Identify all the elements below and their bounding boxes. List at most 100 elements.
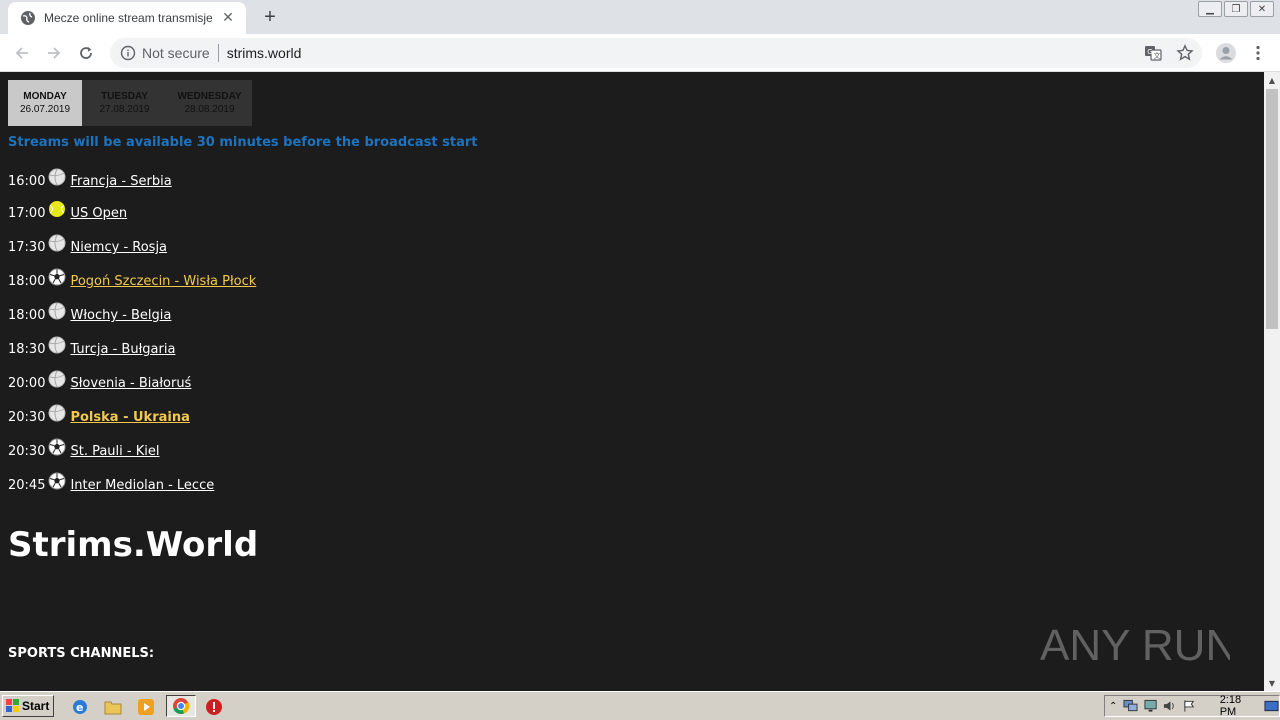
match-link[interactable]: Inter Mediolan - Lecce: [70, 472, 214, 493]
anyrun-watermark: ANY RUN: [1040, 612, 1230, 678]
scroll-down-arrow-icon[interactable]: ▼: [1264, 675, 1280, 691]
forward-button[interactable]: [42, 42, 66, 64]
url-text[interactable]: strims.world: [227, 45, 302, 61]
tab-title: Mecze online stream transmisje sport: [44, 11, 214, 25]
match-link[interactable]: Pogoń Szczecin - Wisła Płock: [70, 268, 256, 289]
match-link[interactable]: Polska - Ukraina: [70, 404, 189, 425]
system-tray: ⌃ 2:18 PM: [1104, 694, 1280, 718]
match-time: 17:00: [8, 206, 46, 221]
address-bar[interactable]: Not secure strims.world G 文: [110, 38, 1202, 68]
reload-button[interactable]: [74, 42, 98, 64]
security-label[interactable]: Not secure: [142, 45, 210, 61]
watermark-text: ANY RUN: [1040, 621, 1230, 670]
day-name: TUESDAY: [101, 91, 148, 102]
volleyball-icon: [48, 404, 66, 422]
start-label: Start: [22, 699, 50, 713]
match-link[interactable]: Niemcy - Rosja: [70, 234, 167, 255]
svg-text:G: G: [1147, 48, 1152, 56]
match-row: 20:30 St. Pauli - Kiel: [8, 438, 159, 462]
show-desktop-icon[interactable]: [1264, 699, 1279, 713]
match-row: 18:30 Turcja - Bułgaria: [8, 336, 175, 360]
match-time: 20:00: [8, 376, 46, 391]
back-arrow-icon: [15, 47, 28, 59]
match-time: 20:45: [8, 478, 46, 493]
internet-explorer-icon[interactable]: e: [70, 697, 90, 717]
match-time: 16:00: [8, 174, 46, 189]
day-tab-wednesday[interactable]: WEDNESDAY 28.08.2019: [167, 80, 252, 126]
match-row: 16:00 Francja - Serbia: [8, 168, 172, 192]
info-icon[interactable]: [120, 45, 136, 61]
translate-icon[interactable]: G 文: [1144, 44, 1162, 62]
chrome-taskbar-button[interactable]: [166, 695, 196, 717]
match-link[interactable]: St. Pauli - Kiel: [70, 438, 159, 459]
match-link[interactable]: Francja - Serbia: [70, 168, 171, 189]
day-tab-monday[interactable]: MONDAY 26.07.2019: [8, 80, 82, 126]
volleyball-icon: [48, 370, 66, 388]
speaker-icon[interactable]: [1163, 699, 1176, 713]
match-link[interactable]: Turcja - Bułgaria: [70, 336, 175, 357]
match-row: 17:30 Niemcy - Rosja: [8, 234, 167, 258]
day-tab-tuesday[interactable]: TUESDAY 27.08.2019: [82, 80, 167, 126]
network-icon[interactable]: [1123, 699, 1138, 713]
forward-arrow-icon: [48, 47, 61, 59]
volleyball-icon: [48, 302, 66, 320]
web-page: MONDAY 26.07.2019 TUESDAY 27.08.2019 WED…: [0, 72, 1264, 691]
availability-notice: Streams will be available 30 minutes bef…: [8, 135, 478, 150]
restore-icon[interactable]: ❐: [1224, 1, 1248, 17]
profile-button[interactable]: [1213, 42, 1239, 64]
page-scrollbar[interactable]: ▲ ▼: [1264, 72, 1280, 691]
sports-channels-heading: SPORTS CHANNELS:: [8, 646, 155, 661]
tab-close-icon[interactable]: ✕: [220, 10, 236, 26]
match-time: 18:30: [8, 342, 46, 357]
match-row: 20:45 Inter Mediolan - Lecce: [8, 472, 214, 496]
volleyball-icon: [48, 336, 66, 354]
day-date: 27.08.2019: [99, 104, 150, 115]
volleyball-icon: [48, 234, 66, 252]
stop-icon[interactable]: [204, 697, 224, 717]
match-row: 18:00 Pogoń Szczecin - Wisła Płock: [8, 268, 256, 292]
match-time: 18:00: [8, 308, 46, 323]
flag-icon[interactable]: [1183, 699, 1196, 713]
minimize-icon[interactable]: ▁: [1198, 1, 1222, 17]
day-date: 26.07.2019: [19, 104, 71, 115]
new-tab-button[interactable]: +: [259, 6, 281, 28]
day-name: WEDNESDAY: [177, 91, 242, 102]
media-player-icon[interactable]: [136, 697, 156, 717]
clock[interactable]: 2:18 PM: [1220, 694, 1258, 718]
browser-tab[interactable]: Mecze online stream transmisje sport ✕: [8, 2, 246, 34]
folder-icon[interactable]: [103, 697, 123, 717]
day-date: 28.08.2019: [184, 104, 235, 115]
svg-text:文: 文: [1154, 51, 1161, 60]
windows-logo-icon: [6, 699, 19, 712]
tray-expand-icon[interactable]: ⌃: [1109, 701, 1117, 712]
football-icon: [48, 438, 66, 456]
chrome-icon: [173, 698, 190, 715]
svg-text:e: e: [76, 701, 83, 714]
anyrun-logo: ANY RUN: [1040, 621, 1230, 670]
monitor-icon[interactable]: [1144, 699, 1158, 713]
day-tabs: MONDAY 26.07.2019 TUESDAY 27.08.2019 WED…: [8, 80, 252, 126]
avatar-icon: [1216, 43, 1236, 63]
menu-button[interactable]: [1250, 42, 1266, 64]
close-window-icon[interactable]: ✕: [1250, 1, 1274, 17]
match-link[interactable]: Włochy - Belgia: [70, 302, 171, 323]
football-icon: [48, 472, 66, 490]
match-row: 17:00 US Open: [8, 200, 127, 224]
match-time: 20:30: [8, 444, 46, 459]
reload-icon: [80, 47, 92, 59]
match-row: 20:00 Słovenia - Białoruś: [8, 370, 191, 394]
volleyball-icon: [48, 168, 66, 186]
start-button[interactable]: Start: [2, 695, 54, 717]
globe-icon: [21, 11, 35, 25]
kebab-menu-icon: [1256, 45, 1260, 61]
omnibox-actions: G 文: [1144, 44, 1194, 62]
window-controls: ▁ ❐ ✕: [1198, 1, 1274, 17]
scroll-thumb[interactable]: [1266, 89, 1278, 329]
scroll-up-arrow-icon[interactable]: ▲: [1264, 72, 1280, 88]
back-button[interactable]: [10, 42, 34, 64]
match-row: 20:30 Polska - Ukraina: [8, 404, 190, 428]
bookmark-star-icon[interactable]: [1176, 44, 1194, 62]
match-link[interactable]: Słovenia - Białoruś: [70, 370, 191, 391]
browser-toolbar: Not secure strims.world G 文: [0, 34, 1280, 72]
match-link[interactable]: US Open: [70, 200, 127, 221]
